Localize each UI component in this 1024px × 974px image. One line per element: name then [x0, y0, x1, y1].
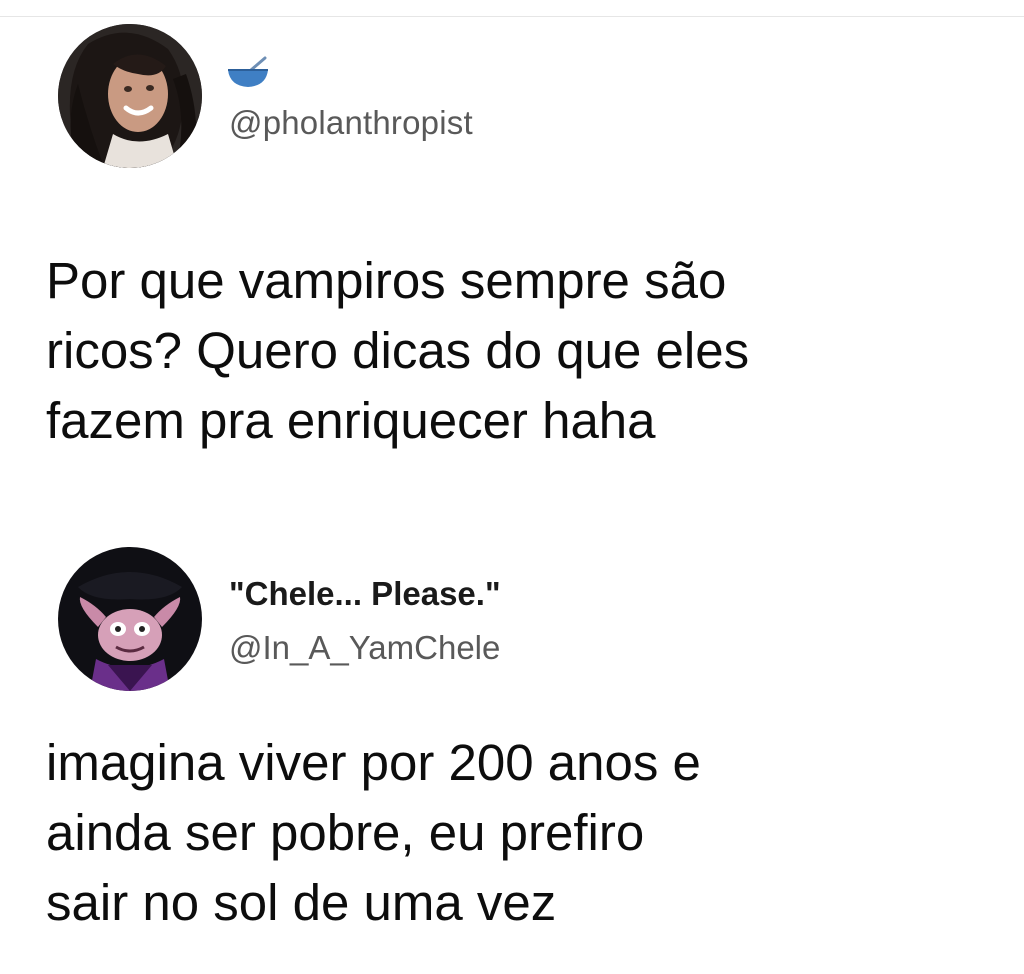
- tweet-text-line: Por que vampiros sempre são: [46, 252, 727, 309]
- user-handle[interactable]: @pholanthropist: [229, 104, 473, 142]
- tweet-text-line: imagina viver por 200 anos e: [46, 734, 701, 791]
- tweet-text-line: sair no sol de uma vez: [46, 874, 557, 931]
- tweet-text-line: fazem pra enriquecer haha: [46, 392, 656, 449]
- avatar[interactable]: [58, 24, 202, 168]
- user-display-name[interactable]: "Chele... Please.": [229, 575, 501, 613]
- top-divider: [0, 0, 1024, 17]
- tweet-text: Por que vampiros sempre são ricos? Quero…: [46, 246, 1006, 456]
- avatar[interactable]: [58, 547, 202, 691]
- tweet-text-line: ainda ser pobre, eu prefiro: [46, 804, 645, 861]
- bowl-with-spoon-icon: [225, 56, 271, 90]
- tweet-text-line: ricos? Quero dicas do que eles: [46, 322, 750, 379]
- user-handle[interactable]: @In_A_YamChele: [229, 629, 500, 667]
- tweet-text: imagina viver por 200 anos e ainda ser p…: [46, 728, 1006, 938]
